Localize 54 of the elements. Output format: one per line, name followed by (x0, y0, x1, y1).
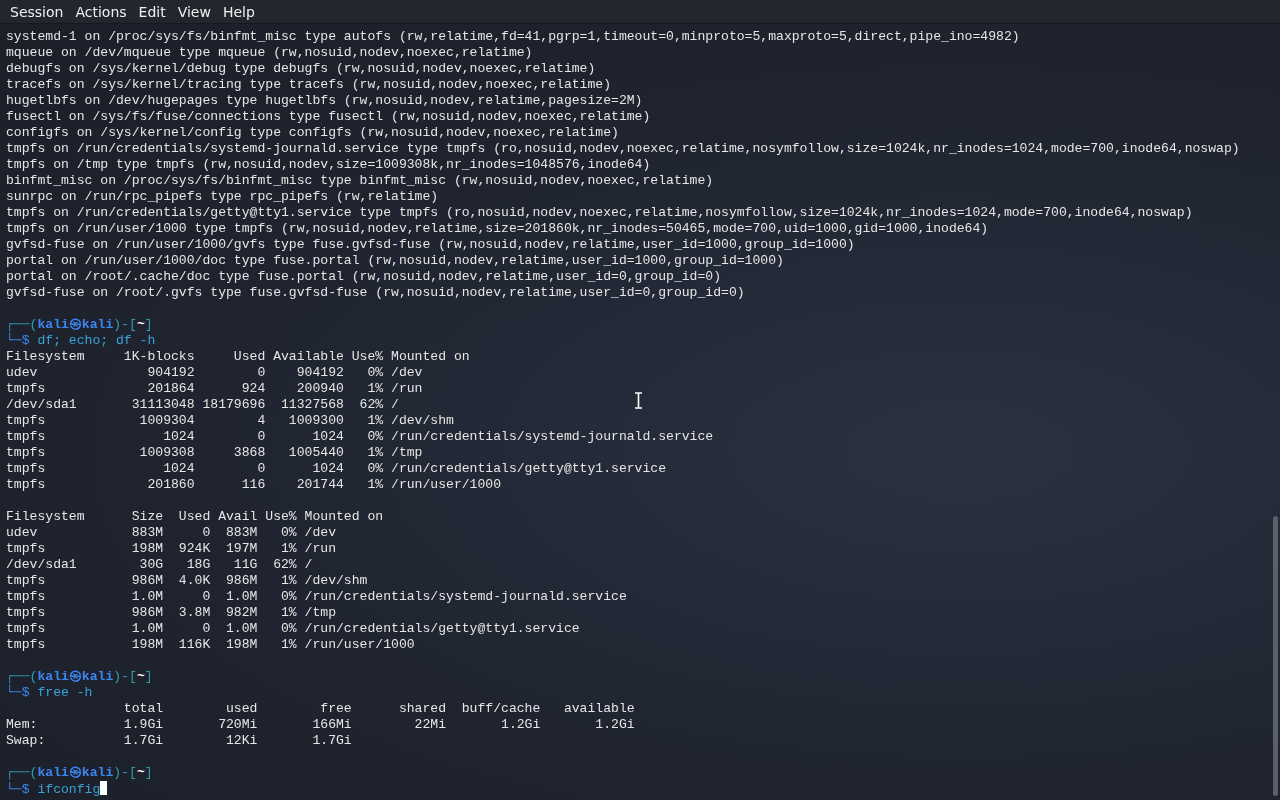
prompt-line: ┌──(kali㉿kali)-[~] (6, 317, 153, 332)
terminal-line: tmpfs 986M 3.8M 982M 1% /tmp (6, 605, 337, 621)
prompt-symbol: └─$ (6, 333, 30, 348)
terminal-line: tmpfs 1.0M 0 1.0M 0% /run/credentials/systemd-journald.service (6, 589, 627, 605)
terminal-line: tmpfs 1009304 4 1009300 1% /dev/shm (6, 413, 454, 429)
terminal-line: systemd-1 on /proc/sys/fs/binfmt_misc type autofs (rw,relatime,fd=41,pgrp=1,timeout=0,minproto=5,maxproto=5,direct,pipe_ino=4982) (6, 29, 1020, 45)
terminal-line: udev 904192 0 904192 0% /dev (6, 365, 423, 381)
scrollbar-thumb[interactable] (1273, 516, 1278, 796)
menu-item[interactable]: Actions (69, 3, 133, 20)
terminal-line: tmpfs on /run/credentials/systemd-journald.service type tmpfs (ro,nosuid,nodev,noexec,relatime,nosymfollow,size=1024k,nr_inodes=1024,mode=700,inode64,noswap) (6, 141, 1240, 157)
prompt-symbol: └─$ (6, 782, 30, 797)
terminal-line: configfs on /sys/kernel/config type configfs (rw,nosuid,nodev,noexec,relatime) (6, 125, 619, 141)
prompt-line: ┌──(kali㉿kali)-[~] (6, 765, 153, 780)
menu-item[interactable]: Edit (132, 3, 172, 20)
command-text: ifconfig (37, 782, 101, 797)
terminal-line: tmpfs 201860 116 201744 1% /run/user/1000 (6, 477, 502, 493)
terminal-line: tmpfs 1024 0 1024 0% /run/credentials/systemd-journald.service (6, 429, 714, 445)
terminal-line: Filesystem Size Used Avail Use% Mounted on (6, 509, 384, 525)
terminal-line: tmpfs 1024 0 1024 0% /run/credentials/getty@tty1.service (6, 461, 667, 477)
terminal-line: tmpfs 198M 116K 198M 1% /run/user/1000 (6, 637, 415, 653)
menu-item[interactable]: Help (216, 3, 261, 20)
terminal-line: portal on /run/user/1000/doc type fuse.portal (rw,nosuid,nodev,relatime,user_id=1000,group_id=1000) (6, 253, 784, 269)
command-text: df; echo; df -h (37, 333, 156, 348)
terminal-line: fusectl on /sys/fs/fuse/connections type fusectl (rw,nosuid,nodev,noexec,relatime) (6, 109, 651, 125)
terminal-line: debugfs on /sys/kernel/debug type debugfs (rw,nosuid,nodev,noexec,relatime) (6, 61, 596, 77)
terminal-line: gvfsd-fuse on /run/user/1000/gvfs type fuse.gvfsd-fuse (rw,nosuid,nodev,relatime,user_id=1000,group_id=1000) (6, 237, 855, 253)
terminal-line: tmpfs 986M 4.0K 986M 1% /dev/shm (6, 573, 368, 589)
menu-item[interactable]: Session (4, 3, 70, 20)
mouse-pointer-icon (634, 392, 643, 409)
terminal-line: tmpfs 198M 924K 197M 1% /run (6, 541, 337, 557)
terminal-line: tmpfs 1.0M 0 1.0M 0% /run/credentials/getty@tty1.service (6, 621, 580, 637)
terminal-line: total used free shared buff/cache available (122, 701, 635, 717)
terminal-line: tmpfs 201864 924 200940 1% /run (6, 381, 423, 397)
terminal-line: tmpfs 1009308 3868 1005440 1% /tmp (6, 445, 423, 461)
terminal-line: sunrpc on /run/rpc_pipefs type rpc_pipefs (rw,relatime) (6, 189, 439, 205)
terminal-line: tmpfs on /run/user/1000 type tmpfs (rw,nosuid,nodev,relatime,size=201860k,nr_inodes=50465,mode=700,uid=1000,gid=1000,inode64) (6, 221, 989, 237)
terminal-line: gvfsd-fuse on /root/.gvfs type fuse.gvfsd-fuse (rw,nosuid,nodev,relatime,user_id=0,group_id=0) (6, 285, 745, 301)
terminal-line: tmpfs on /tmp type tmpfs (rw,nosuid,nodev,size=1009308k,nr_inodes=1048576,inode64) (6, 157, 651, 173)
terminal-line: hugetlbfs on /dev/hugepages type hugetlbfs (rw,nosuid,nodev,relatime,pagesize=2M) (6, 93, 643, 109)
terminal-line: Mem: 1.9Gi 720Mi 166Mi 22Mi 1.2Gi 1.2Gi (6, 717, 635, 733)
prompt-line: ┌──(kali㉿kali)-[~] (6, 669, 153, 684)
terminal-line: binfmt_misc on /proc/sys/fs/binfmt_misc type binfmt_misc (rw,nosuid,nodev,noexec,relatime) (6, 173, 714, 189)
terminal-line: udev 883M 0 883M 0% /dev (6, 525, 337, 541)
command-text: free -h (37, 685, 93, 700)
terminal-line: Swap: 1.7Gi 12Ki 1.7Gi (6, 733, 352, 749)
terminal-line: tracefs on /sys/kernel/tracing type tracefs (rw,nosuid,nodev,noexec,relatime) (6, 77, 612, 93)
menu-item[interactable]: View (171, 3, 217, 20)
terminal-line: Filesystem 1K-blocks Used Available Use% Mounted on (6, 349, 470, 365)
terminal-line: /dev/sda1 30G 18G 11G 62% / (6, 557, 313, 573)
terminal-line: mqueue on /dev/mqueue type mqueue (rw,nosuid,nodev,noexec,relatime) (6, 45, 533, 61)
terminal-line: /dev/sda1 31113048 18179696 11327568 62% / (6, 397, 399, 413)
terminal-line: portal on /root/.cache/doc type fuse.portal (rw,nosuid,nodev,relatime,user_id=0,group_id=0) (6, 269, 722, 285)
prompt-symbol: └─$ (6, 685, 30, 700)
terminal-line: tmpfs on /run/credentials/getty@tty1.service type tmpfs (ro,nosuid,nodev,noexec,relatime,nosymfollow,size=1024k,nr_inodes=1024,mode=700,inode64,noswap) (6, 205, 1193, 221)
